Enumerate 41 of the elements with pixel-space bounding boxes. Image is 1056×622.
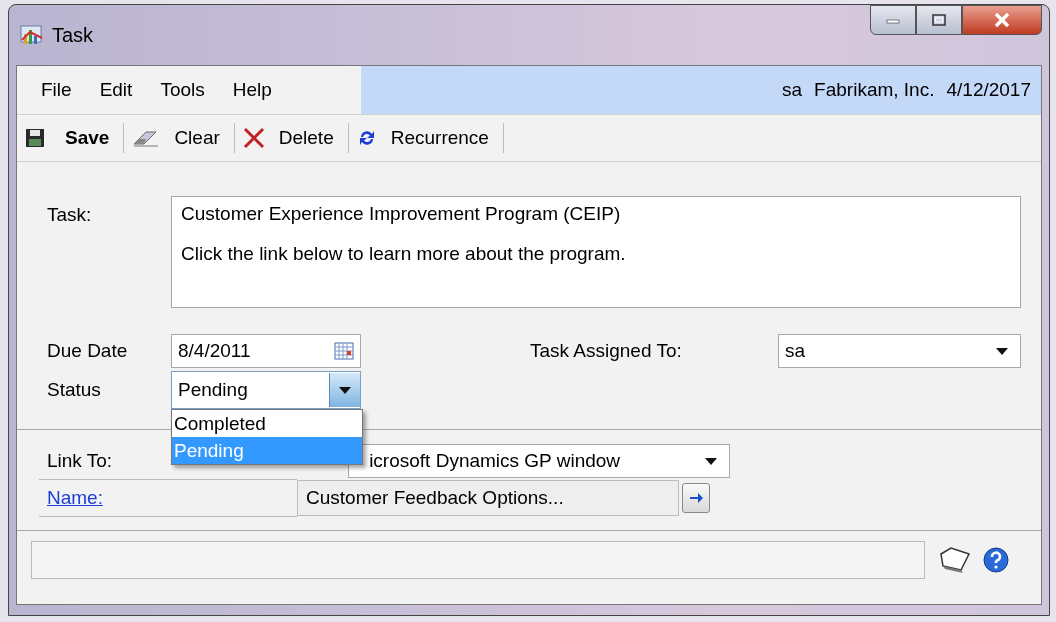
user-name: sa [782, 79, 803, 101]
eraser-icon [132, 128, 161, 148]
maximize-icon [931, 13, 947, 27]
save-button[interactable]: Save [21, 125, 120, 151]
field-label: Status [47, 379, 102, 401]
minimize-button[interactable] [870, 5, 916, 35]
arrow-right-button[interactable] [682, 483, 710, 513]
menu-item[interactable]: File [31, 75, 90, 105]
user-date: 4/12/2017 [946, 79, 1031, 101]
arrow-right-icon [688, 490, 704, 506]
close-icon [993, 12, 1011, 28]
name-link[interactable]: Name: [47, 487, 103, 509]
caret-icon [339, 386, 351, 394]
field-label: Due Date [47, 340, 129, 362]
maximize-button[interactable] [916, 5, 962, 35]
date-field[interactable]: 8/4/2011 [171, 334, 361, 368]
field-label: Task Assigned To: [530, 340, 683, 362]
menu-item[interactable]: Tools [150, 75, 223, 105]
menu-item[interactable]: Edit [89, 75, 151, 105]
company-name: Fabrikam, Inc. [814, 79, 935, 101]
note-icon[interactable] [937, 546, 971, 574]
caret-icon [705, 457, 718, 465]
field-label: Link To: [47, 450, 113, 472]
delete-icon [242, 127, 265, 149]
assigned-to-dropdown[interactable]: sa [778, 334, 1021, 368]
help-icon[interactable] [983, 547, 1009, 573]
delete-button[interactable]: Delete [238, 125, 344, 151]
link-to-dropdown[interactable]: icrosoft Dynamics GP window [348, 444, 731, 478]
recurrence-button[interactable]: Recurrence [352, 125, 499, 151]
status-dropdown[interactable]: Pending [171, 371, 361, 409]
chart-icon [20, 24, 44, 46]
caret-icon [996, 347, 1008, 355]
clear-button[interactable]: Clear [128, 125, 230, 151]
field-label: Task: [47, 203, 93, 227]
name-field: Customer Feedback Options... [297, 480, 679, 516]
window-title: Task [52, 23, 94, 47]
close-button[interactable] [962, 5, 1042, 35]
dropdown-option[interactable]: Completed [172, 410, 362, 437]
task-text-area[interactable]: Customer Experience Improvement Program (CEIP) Click the link below to learn more about the program. [171, 196, 1021, 308]
menu-item[interactable]: Help [222, 75, 290, 105]
calendar-icon [334, 342, 354, 360]
